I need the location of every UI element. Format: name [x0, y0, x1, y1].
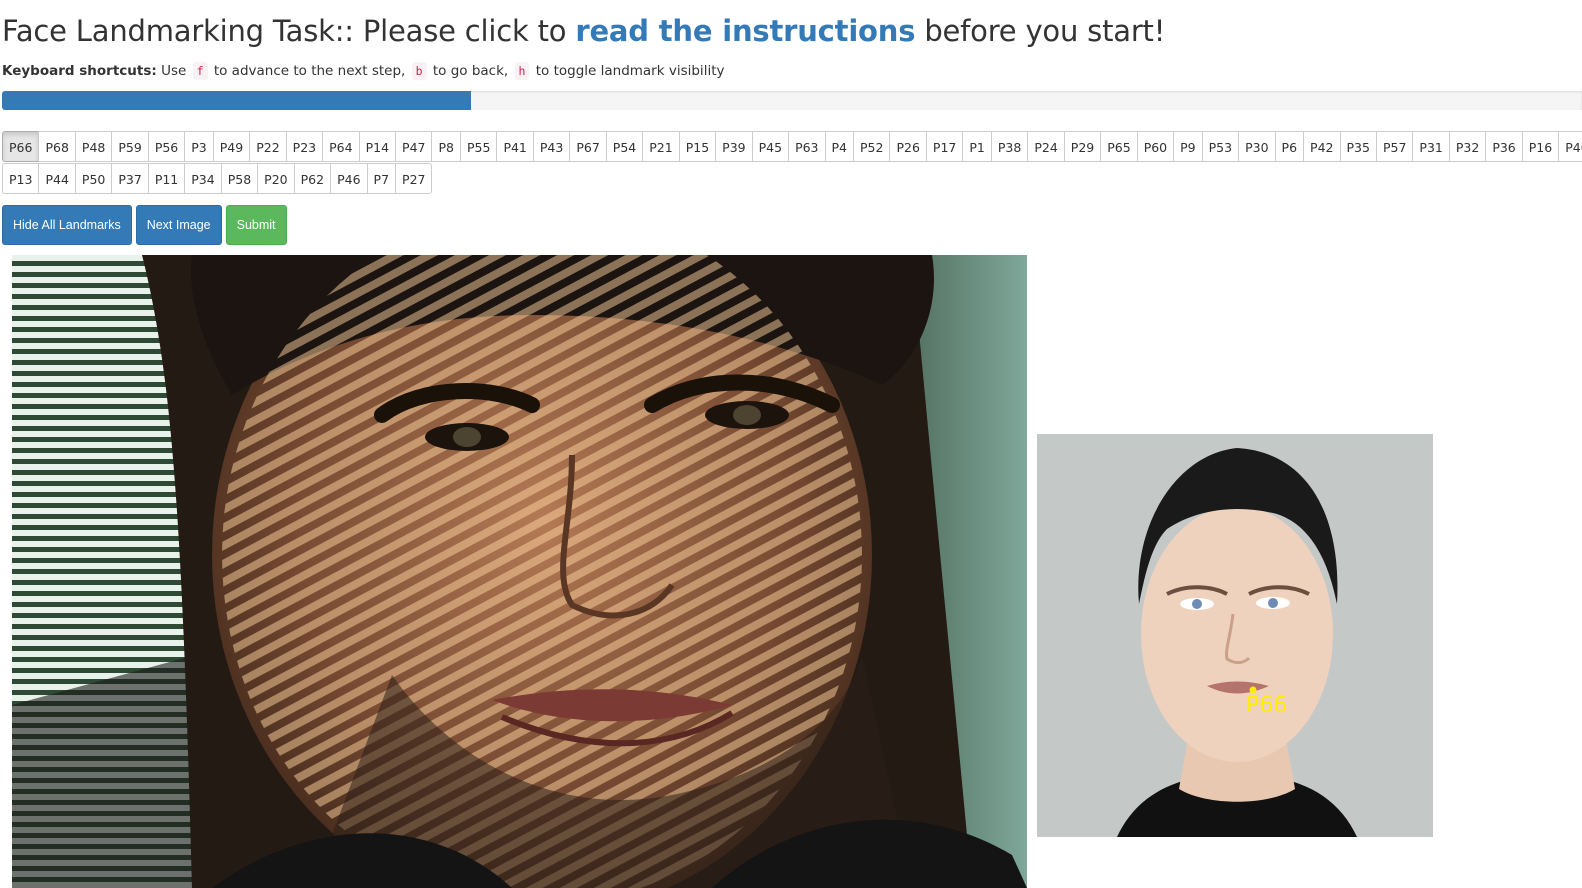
point-button-p67[interactable]: P67 — [569, 131, 607, 162]
point-button-p65[interactable]: P65 — [1100, 131, 1138, 162]
title-suffix: before you start! — [915, 14, 1166, 48]
point-button-p63[interactable]: P63 — [788, 131, 826, 162]
shortcuts-use-text: Use — [156, 63, 191, 79]
point-button-p14[interactable]: P14 — [358, 131, 397, 162]
point-button-p20[interactable]: P20 — [257, 163, 295, 194]
page-title: Face Landmarking Task:: Please click to … — [2, 14, 1165, 48]
point-button-p52[interactable]: P52 — [853, 131, 891, 162]
point-button-p15[interactable]: P15 — [678, 131, 717, 162]
face-photo-svg — [12, 255, 1027, 888]
face-photo[interactable] — [12, 255, 1027, 888]
point-button-p1[interactable]: P1 — [962, 131, 992, 162]
point-button-p26[interactable]: P26 — [889, 131, 927, 162]
point-button-p38[interactable]: P38 — [990, 131, 1029, 162]
point-button-p22[interactable]: P22 — [249, 131, 287, 162]
title-prefix: Face Landmarking Task:: Please click to — [2, 14, 576, 48]
point-button-p58[interactable]: P58 — [220, 163, 259, 194]
point-button-p59[interactable]: P59 — [111, 131, 149, 162]
point-button-p13[interactable]: P13 — [2, 163, 40, 194]
point-button-p24[interactable]: P24 — [1027, 131, 1065, 162]
progress-fill — [2, 91, 472, 110]
point-button-p55[interactable]: P55 — [459, 131, 498, 162]
point-button-p54[interactable]: P54 — [605, 131, 644, 162]
hide-landmarks-button[interactable]: Hide All Landmarks — [2, 205, 132, 245]
point-button-p29[interactable]: P29 — [1063, 131, 1102, 162]
point-button-p48[interactable]: P48 — [74, 131, 113, 162]
point-button-p62[interactable]: P62 — [293, 163, 332, 194]
point-button-p34[interactable]: P34 — [184, 163, 222, 194]
point-button-p45[interactable]: P45 — [751, 131, 790, 162]
point-button-p36[interactable]: P36 — [1485, 131, 1523, 162]
point-button-p57[interactable]: P57 — [1375, 131, 1414, 162]
reference-face-panel: P66 — [1037, 434, 1433, 837]
point-button-p17[interactable]: P17 — [925, 131, 964, 162]
shortcut-f-text: to advance to the next step, — [209, 63, 410, 79]
instructions-link[interactable]: read the instructions — [575, 14, 915, 48]
shortcut-h-text: to toggle landmark visibility — [531, 63, 725, 79]
point-button-p23[interactable]: P23 — [285, 131, 324, 162]
key-b: b — [411, 62, 427, 80]
point-button-p6[interactable]: P6 — [1274, 131, 1305, 162]
point-button-p7[interactable]: P7 — [366, 163, 397, 194]
point-button-p21[interactable]: P21 — [642, 131, 680, 162]
point-button-p40[interactable]: P40 — [1558, 131, 1582, 162]
point-button-p49[interactable]: P49 — [212, 131, 251, 162]
landmark-points-row-2: P13 P44 P50 P37 P11 P34 P58 P20 P62 P46 P7 P27 — [2, 163, 433, 194]
point-button-p68[interactable]: P68 — [38, 131, 76, 162]
point-button-p8[interactable]: P8 — [431, 131, 461, 162]
next-image-button[interactable]: Next Image — [135, 205, 222, 245]
landmark-points-row-1: P66 P68 P48 P59 P56 P3 P49 P22 P23 P64 P14 P47 P8 P55… — [2, 131, 1582, 162]
reference-face-svg: P66 — [1117, 448, 1357, 837]
submit-button[interactable]: Submit — [225, 205, 287, 245]
point-button-p66[interactable]: P66 — [2, 131, 40, 162]
point-button-p43[interactable]: P43 — [532, 131, 571, 162]
point-button-p53[interactable]: P53 — [1201, 131, 1240, 162]
keyboard-shortcuts: Keyboard shortcuts: Use f to advance to … — [2, 62, 725, 80]
key-f: f — [192, 62, 208, 80]
shortcuts-label: Keyboard shortcuts: — [2, 63, 157, 79]
point-button-p35[interactable]: P35 — [1339, 131, 1377, 162]
point-button-p31[interactable]: P31 — [1412, 131, 1450, 162]
point-button-p47[interactable]: P47 — [395, 131, 433, 162]
progress-bar — [2, 91, 1582, 110]
point-button-p41[interactable]: P41 — [496, 131, 534, 162]
point-button-p64[interactable]: P64 — [322, 131, 360, 162]
point-button-p42[interactable]: P42 — [1303, 131, 1341, 162]
point-button-p44[interactable]: P44 — [38, 163, 76, 194]
point-button-p27[interactable]: P27 — [395, 163, 433, 194]
point-button-p4[interactable]: P4 — [824, 131, 855, 162]
landmark-label: P66 — [1246, 693, 1287, 718]
point-button-p37[interactable]: P37 — [111, 163, 149, 194]
point-button-p56[interactable]: P56 — [147, 131, 186, 162]
point-button-p3[interactable]: P3 — [184, 131, 214, 162]
point-button-p50[interactable]: P50 — [74, 163, 113, 194]
point-button-p11[interactable]: P11 — [147, 163, 186, 194]
point-button-p46[interactable]: P46 — [330, 163, 368, 194]
point-button-p60[interactable]: P60 — [1136, 131, 1175, 162]
point-button-p39[interactable]: P39 — [715, 131, 753, 162]
point-button-p9[interactable]: P9 — [1173, 131, 1203, 162]
action-buttons: Hide All Landmarks Next Image Submit — [2, 205, 287, 245]
key-h: h — [514, 62, 530, 80]
point-button-p30[interactable]: P30 — [1238, 131, 1276, 162]
point-button-p32[interactable]: P32 — [1448, 131, 1487, 162]
shortcut-b-text: to go back, — [428, 63, 513, 79]
point-button-p16[interactable]: P16 — [1521, 131, 1560, 162]
